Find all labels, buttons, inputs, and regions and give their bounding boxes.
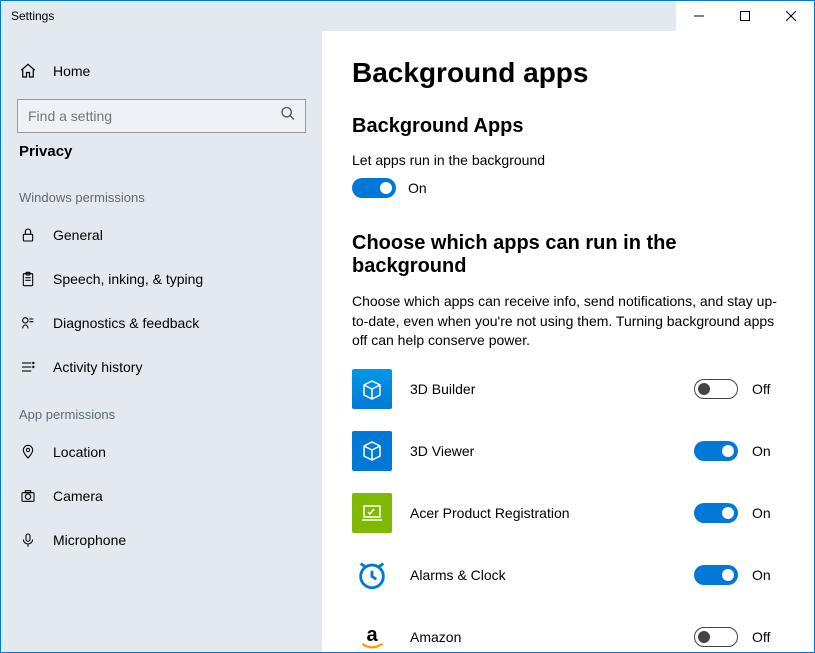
app-list: 3D Builder Off 3D Viewer On Acer Product… bbox=[352, 369, 784, 652]
search-icon bbox=[280, 106, 296, 127]
app-toggle-3d-viewer[interactable] bbox=[694, 441, 738, 461]
sidebar-item-label: Diagnostics & feedback bbox=[53, 315, 199, 331]
sidebar-item-label: Location bbox=[53, 444, 106, 460]
sidebar-item-diagnostics[interactable]: Diagnostics & feedback bbox=[1, 301, 322, 345]
app-toggle-state: On bbox=[752, 443, 776, 459]
location-icon bbox=[19, 443, 37, 461]
lock-icon bbox=[19, 226, 37, 244]
camera-icon bbox=[19, 487, 37, 505]
section-background-apps-heading: Background Apps bbox=[352, 115, 784, 138]
home-icon bbox=[19, 62, 37, 80]
app-toggle-acer[interactable] bbox=[694, 503, 738, 523]
master-toggle-label: Let apps run in the background bbox=[352, 152, 784, 168]
app-icon-amazon: a bbox=[352, 617, 392, 652]
group-windows-permissions: Windows permissions bbox=[1, 190, 322, 213]
content-pane: Background apps Background Apps Let apps… bbox=[322, 31, 814, 652]
app-item-acer: Acer Product Registration On bbox=[352, 493, 784, 533]
app-name: 3D Viewer bbox=[410, 443, 694, 459]
sidebar-item-speech[interactable]: Speech, inking, & typing bbox=[1, 257, 322, 301]
sidebar-item-activity[interactable]: Activity history bbox=[1, 345, 322, 389]
app-icon-acer bbox=[352, 493, 392, 533]
app-toggle-alarms[interactable] bbox=[694, 565, 738, 585]
svg-text:a: a bbox=[366, 624, 378, 646]
sidebar-item-label: Activity history bbox=[53, 359, 142, 375]
master-toggle[interactable] bbox=[352, 178, 396, 198]
maximize-button[interactable] bbox=[722, 1, 768, 31]
app-toggle-3d-builder[interactable] bbox=[694, 379, 738, 399]
page-title: Background apps bbox=[352, 57, 784, 89]
section-choose-apps-heading: Choose which apps can run in the backgro… bbox=[352, 232, 784, 278]
app-name: 3D Builder bbox=[410, 381, 694, 397]
sidebar-item-general[interactable]: General bbox=[1, 213, 322, 257]
app-name: Amazon bbox=[410, 629, 694, 645]
feedback-icon bbox=[19, 314, 37, 332]
app-icon-alarms bbox=[352, 555, 392, 595]
sidebar-item-label: Camera bbox=[53, 488, 103, 504]
section-choose-apps-desc: Choose which apps can receive info, send… bbox=[352, 292, 784, 351]
sidebar-item-label: General bbox=[53, 227, 103, 243]
sidebar-item-camera[interactable]: Camera bbox=[1, 474, 322, 518]
window-controls bbox=[676, 1, 814, 31]
history-icon bbox=[19, 358, 37, 376]
app-item-amazon: a Amazon Off bbox=[352, 617, 784, 652]
clipboard-icon bbox=[19, 270, 37, 288]
category-label: Privacy bbox=[1, 143, 322, 168]
titlebar: Settings bbox=[1, 1, 814, 31]
nav-home[interactable]: Home bbox=[1, 49, 322, 93]
sidebar-item-label: Speech, inking, & typing bbox=[53, 271, 203, 287]
sidebar-item-microphone[interactable]: Microphone bbox=[1, 518, 322, 562]
app-toggle-amazon[interactable] bbox=[694, 627, 738, 647]
app-name: Acer Product Registration bbox=[410, 505, 694, 521]
search-input[interactable] bbox=[17, 99, 306, 133]
group-app-permissions: App permissions bbox=[1, 407, 322, 430]
app-toggle-state: Off bbox=[752, 381, 776, 397]
close-button[interactable] bbox=[768, 1, 814, 31]
sidebar-item-location[interactable]: Location bbox=[1, 430, 322, 474]
app-toggle-state: On bbox=[752, 567, 776, 583]
microphone-icon bbox=[19, 531, 37, 549]
app-toggle-state: Off bbox=[752, 629, 776, 645]
app-name: Alarms & Clock bbox=[410, 567, 694, 583]
search-box[interactable] bbox=[17, 99, 306, 133]
app-item-3d-viewer: 3D Viewer On bbox=[352, 431, 784, 471]
app-item-3d-builder: 3D Builder Off bbox=[352, 369, 784, 409]
nav-home-label: Home bbox=[53, 63, 90, 79]
app-icon-3d-viewer bbox=[352, 431, 392, 471]
master-toggle-state: On bbox=[408, 180, 427, 196]
app-icon-3d-builder bbox=[352, 369, 392, 409]
window-title: Settings bbox=[11, 9, 54, 23]
app-toggle-state: On bbox=[752, 505, 776, 521]
app-item-alarms: Alarms & Clock On bbox=[352, 555, 784, 595]
sidebar: Home Privacy Windows permissions General… bbox=[1, 31, 322, 652]
minimize-button[interactable] bbox=[676, 1, 722, 31]
sidebar-item-label: Microphone bbox=[53, 532, 126, 548]
